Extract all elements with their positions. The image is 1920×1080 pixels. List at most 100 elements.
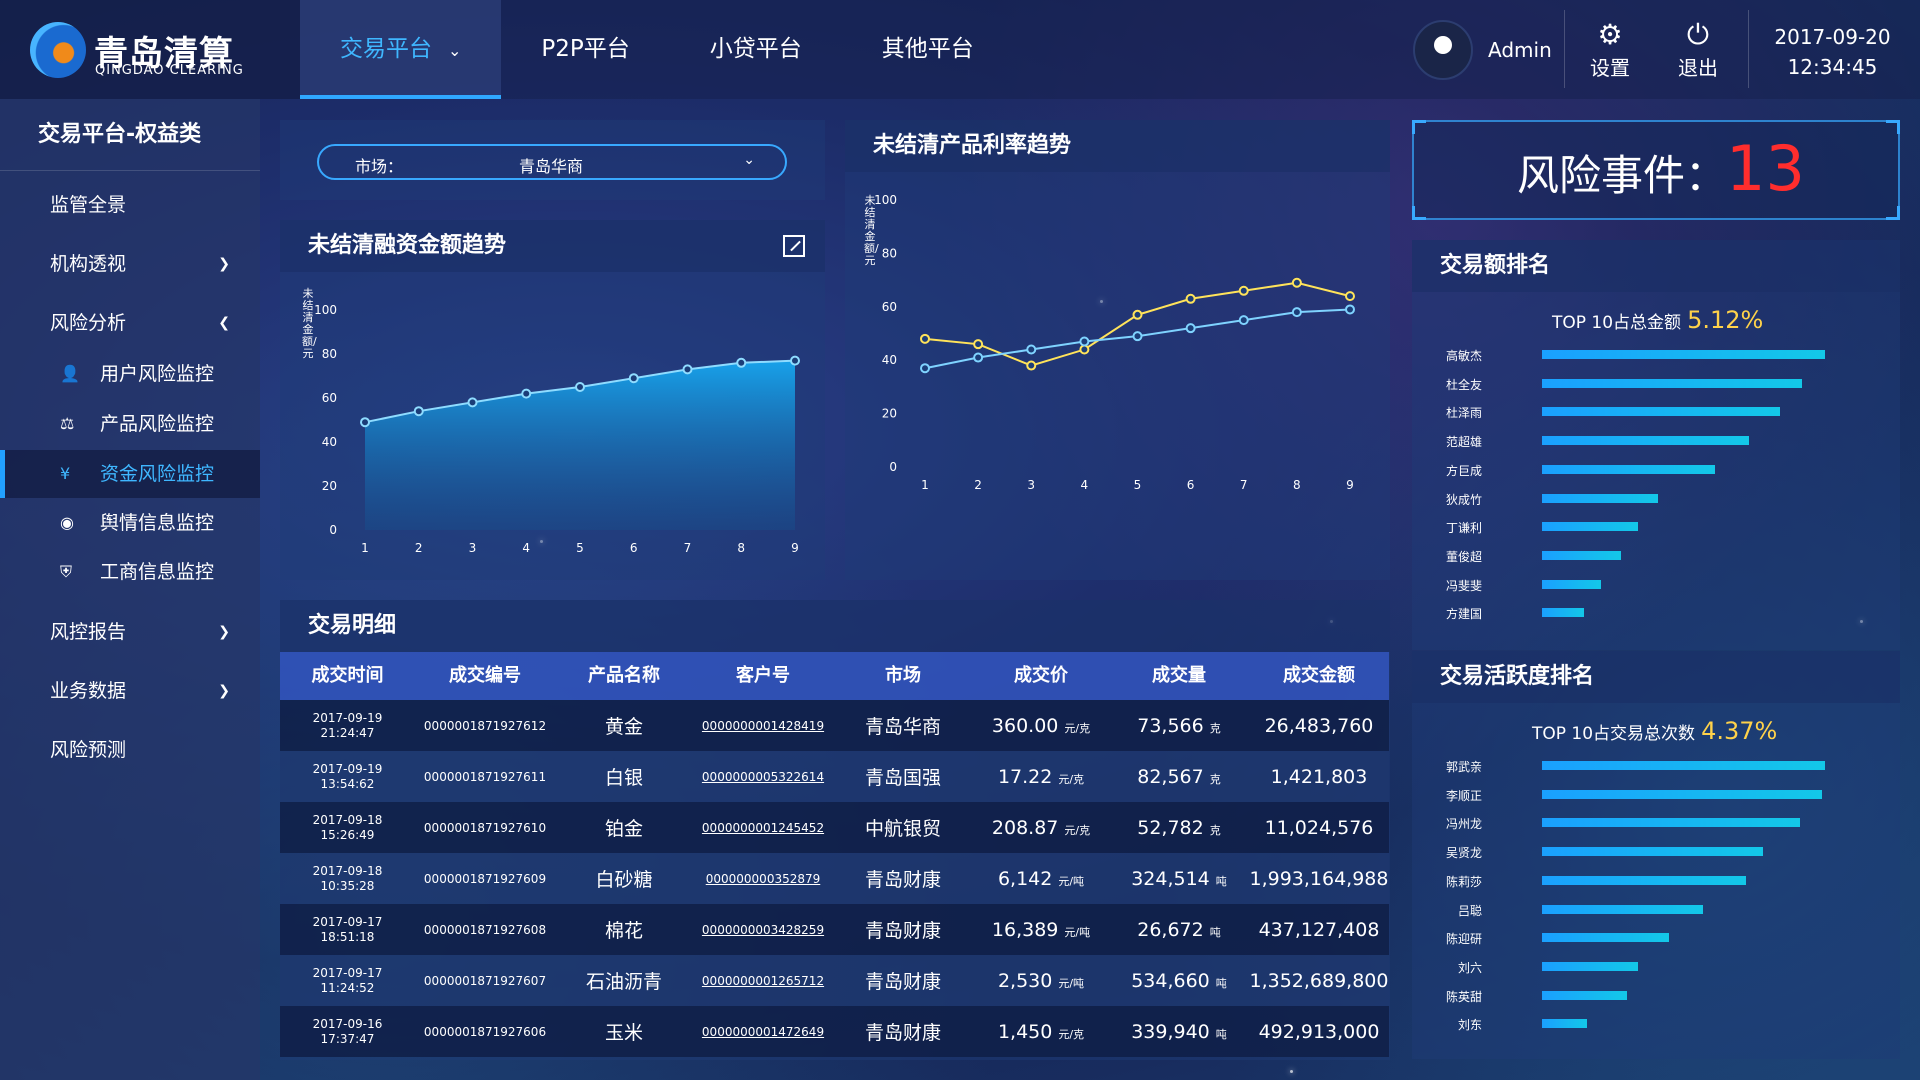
cell-value: 1,352,689,800 xyxy=(1249,969,1389,992)
nav-other-platform[interactable]: 其他平台 xyxy=(842,0,1014,99)
table-row[interactable]: 2017-09-18 10:35:28 0000001871927609 白砂糖 000… xyxy=(280,853,1389,904)
sidebar-item-business-info[interactable]: ⛨ 工商信息监控 xyxy=(0,548,260,596)
table-row[interactable]: 2017-09-17 11:24:52 0000001871927607 石油沥青 00… xyxy=(280,955,1389,1006)
chevron-up-icon: ❮ xyxy=(218,315,230,331)
avatar[interactable] xyxy=(1413,19,1473,80)
cell-amount: 1,993,164,988 xyxy=(1249,868,1389,890)
column-header[interactable]: 成交编号 xyxy=(415,652,555,700)
data-point xyxy=(790,355,800,366)
cell-amount: 26,483,760 xyxy=(1249,715,1389,737)
expand-icon[interactable] xyxy=(783,235,805,257)
sidebar-item-user-risk[interactable]: 👤 用户风险监控 xyxy=(0,350,260,398)
cell-line: 2017-09-17 xyxy=(312,965,383,980)
y-tick-label: 0 xyxy=(889,460,897,474)
column-header[interactable]: 成交量 xyxy=(1109,652,1249,700)
cell-customer-id[interactable]: 0000000001265712 xyxy=(693,974,833,988)
cell-customer-id[interactable]: 0000000003428259 xyxy=(693,923,833,937)
ranking-bar xyxy=(1542,579,1602,589)
cell-customer-id[interactable]: 0000000001428419 xyxy=(693,719,833,733)
corner-decor xyxy=(1886,206,1900,220)
top-header: 青岛清算 QINGDAO CLEARING 交易平台 ⌄ P2P平台 小贷平台 其… xyxy=(0,0,1920,99)
x-tick-label: 4 xyxy=(522,541,530,555)
cell-customer-id[interactable]: 0000000001245452 xyxy=(693,821,833,835)
ranking-summary: TOP 10占交易总次数 4.37% xyxy=(1532,717,1777,745)
sidebar-item-sentiment[interactable]: ◉ 舆情信息监控 xyxy=(0,499,260,547)
cell-trade-time: 2017-09-17 18:51:18 xyxy=(280,915,415,945)
cell-value: 青岛财康 xyxy=(864,971,941,993)
cell-unit: 元/克 xyxy=(1064,721,1091,735)
cell-line: 2017-09-19 xyxy=(312,761,383,776)
x-tick-label: 7 xyxy=(1240,478,1248,492)
cell-value: 棉花 xyxy=(604,920,643,942)
ranking-name: 吕聪 xyxy=(1457,903,1482,918)
ranking-bar xyxy=(1542,464,1715,474)
table-row[interactable]: 2017-09-19 13:54:62 0000001871927611 白银 0000… xyxy=(280,751,1389,802)
nav-label: 小贷平台 xyxy=(709,36,802,62)
cell-unit: 吨 xyxy=(1215,976,1227,990)
y-tick-label: 40 xyxy=(882,353,897,367)
rate-trend-chart: 0 20 40 60 80 100 1 2 3 4 5 6 7 8 9 xyxy=(874,193,1355,492)
sidebar-item-overview[interactable]: 监管全景 xyxy=(0,181,260,229)
sidebar-item-label: 风控报告 xyxy=(50,621,127,643)
table-row[interactable]: 2017-09-19 21:24:47 0000001871927612 黄金 0000… xyxy=(280,700,1389,751)
ranking-bar xyxy=(1542,875,1746,885)
cell-quantity: 73,566 克 xyxy=(1109,715,1249,737)
nav-p2p-platform[interactable]: P2P平台 xyxy=(501,0,669,99)
ranking-summary: TOP 10占总金额 5.12% xyxy=(1552,306,1763,334)
cell-market: 青岛华商 xyxy=(833,712,973,739)
cell-value: 52,782 xyxy=(1137,816,1204,839)
ranking-summary-pct: 4.37% xyxy=(1701,717,1778,745)
cell-trade-id: 0000001871927608 xyxy=(415,923,555,937)
ranking-name: 冯州龙 xyxy=(1445,817,1482,832)
ranking-name: 方巨成 xyxy=(1445,463,1482,478)
cell-unit: 元/吨 xyxy=(1058,874,1085,888)
column-header[interactable]: 产品名称 xyxy=(555,652,693,700)
cell-product: 白砂糖 xyxy=(555,865,693,892)
table-row[interactable]: 2017-09-18 15:26:49 0000001871927610 铂金 0000… xyxy=(280,802,1389,853)
cell-customer-id[interactable]: 000000000352879 xyxy=(693,872,833,886)
data-point xyxy=(1238,285,1249,296)
sidebar-item-risk-forecast[interactable]: 风险预测 xyxy=(0,726,260,774)
data-point xyxy=(1132,331,1143,342)
cell-amount: 492,913,000 xyxy=(1249,1021,1389,1043)
column-header[interactable]: 成交价 xyxy=(973,652,1109,700)
risk-events-box[interactable]: 风险事件： 13 xyxy=(1412,120,1900,220)
sidebar-item-institutions[interactable]: 机构透视 ❯ xyxy=(0,240,260,288)
x-tick-label: 2 xyxy=(415,541,423,555)
logo[interactable]: 青岛清算 QINGDAO CLEARING xyxy=(0,0,300,99)
cell-price: 16,389 元/吨 xyxy=(973,919,1109,941)
logout-label: 退出 xyxy=(1678,56,1718,80)
sidebar-item-risk-analysis[interactable]: 风险分析 ❮ xyxy=(0,299,260,347)
cell-market: 青岛财康 xyxy=(833,865,973,892)
table-header: 成交时间 成交编号 产品名称 客户号 市场 成交价 成交量 成交金额 xyxy=(280,652,1389,700)
x-tick-label: 3 xyxy=(469,541,477,555)
table-row[interactable]: 2017-09-16 17:37:47 0000001871927606 玉米 0000… xyxy=(280,1006,1389,1057)
data-point xyxy=(467,397,478,408)
sidebar-item-product-risk[interactable]: ⚖ 产品风险监控 xyxy=(0,400,260,448)
header-divider xyxy=(1564,10,1565,88)
cell-unit: 元/克 xyxy=(1058,772,1085,786)
cell-customer-id[interactable]: 0000000001472649 xyxy=(693,1025,833,1039)
data-point xyxy=(682,364,693,375)
sidebar-item-business-data[interactable]: 业务数据 ❯ xyxy=(0,667,260,715)
cell-customer-id[interactable]: 0000000005322614 xyxy=(693,770,833,784)
user-menu[interactable]: Admin xyxy=(1413,0,1552,99)
sidebar-item-risk-report[interactable]: 风控报告 ❯ xyxy=(0,608,260,656)
table-row[interactable]: 2017-09-17 18:51:18 0000001871927608 棉花 0000… xyxy=(280,904,1389,955)
sidebar-item-fund-risk[interactable]: ¥ 资金风险监控 xyxy=(0,450,260,498)
data-point xyxy=(1079,344,1090,355)
market-select[interactable]: 市场： 青岛华商 ⌄ xyxy=(317,144,787,180)
nav-trading-platform[interactable]: 交易平台 ⌄ xyxy=(300,0,502,100)
column-header[interactable]: 市场 xyxy=(833,652,973,700)
settings-button[interactable]: ⚙ 设置 xyxy=(1580,18,1640,81)
logout-button[interactable]: ⏻ 退出 xyxy=(1668,18,1728,81)
cell-value: 208.87 xyxy=(991,816,1059,839)
column-header[interactable]: 成交金额 xyxy=(1249,652,1389,700)
column-header[interactable]: 成交时间 xyxy=(280,652,415,700)
market-value: 青岛华商 xyxy=(519,157,584,176)
nav-loan-platform[interactable]: 小贷平台 xyxy=(670,0,842,99)
chevron-down-icon[interactable]: ⌄ xyxy=(448,1,461,100)
x-tick-label: 6 xyxy=(1187,478,1195,492)
ranking-bar xyxy=(1542,904,1704,914)
column-header[interactable]: 客户号 xyxy=(693,652,833,700)
